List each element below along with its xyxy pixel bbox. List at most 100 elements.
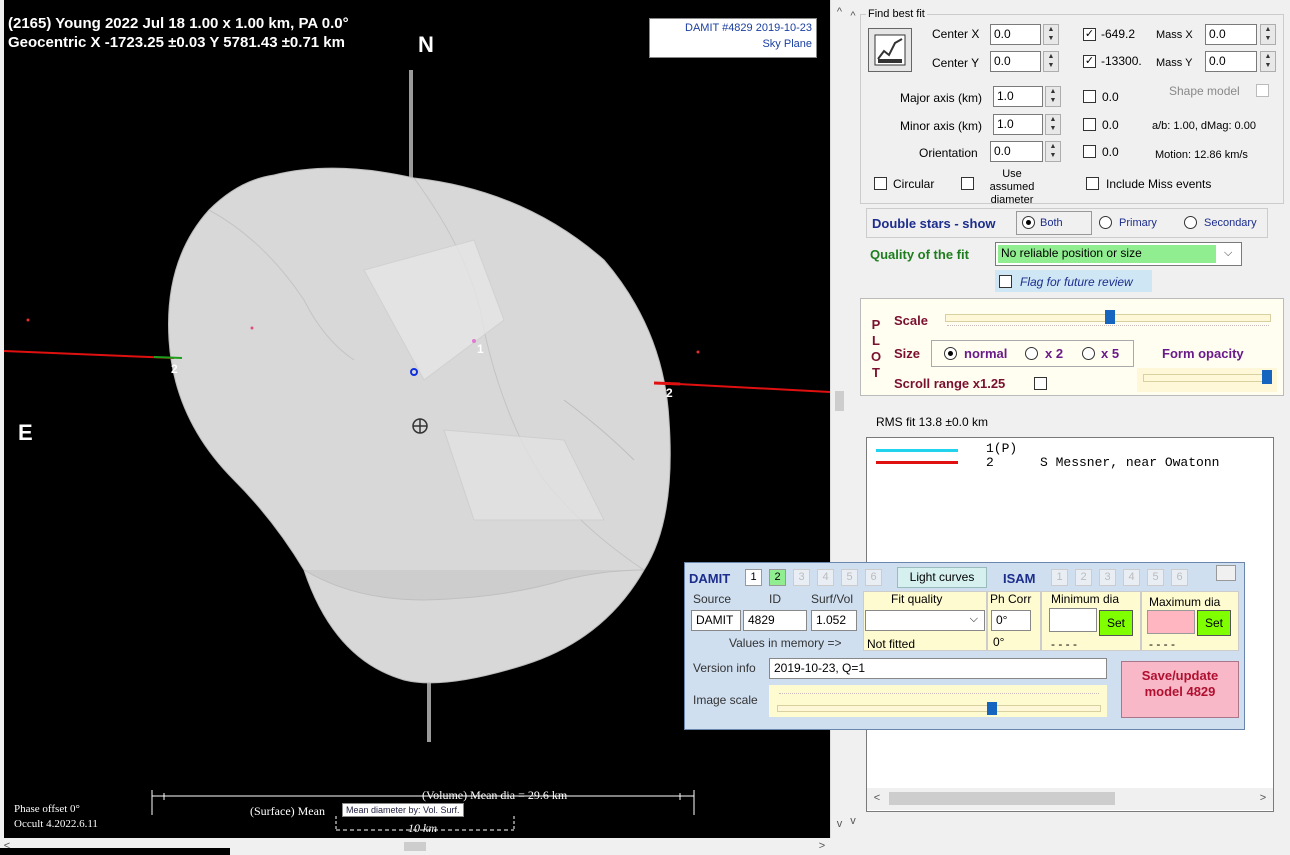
minor-axis-spinner[interactable]: ▲ ▼ [1045,114,1061,135]
surf-vol-field[interactable]: 1.052 [811,610,857,631]
image-scale-slider-track[interactable] [777,705,1101,712]
damit-tab-1[interactable]: 1 [745,569,762,586]
occult-version: Occult 4.2022.6.11 [14,818,98,830]
chord-2-observer[interactable]: S Messner, near Owatonn [1040,455,1219,470]
major-axis-spinner[interactable]: ▲ ▼ [1045,86,1061,107]
damit-panel: DAMIT 1 2 3 4 5 6 Light curves ISAM 1 2 … [684,562,1245,730]
isam-tab-2[interactable]: 2 [1075,569,1092,586]
double-stars-both-radio[interactable] [1022,216,1035,229]
isam-tab-5[interactable]: 5 [1147,569,1164,586]
orientation-spinner[interactable]: ▲ ▼ [1045,141,1061,162]
mass-x-spinner[interactable]: ▲ ▼ [1260,24,1276,45]
mass-x-input[interactable]: 0.0 [1205,24,1257,45]
min-dia-header: Minimum dia [1051,592,1120,606]
isam-tab-6[interactable]: 6 [1171,569,1188,586]
center-x-input[interactable]: 0.0 [990,24,1041,45]
scroll-range-checkbox[interactable] [1034,377,1047,390]
list-scroll-left-icon[interactable]: < [871,792,883,804]
max-dia-set-button[interactable]: Set [1197,610,1231,636]
damit-tab-6[interactable]: 6 [865,569,882,586]
chord-label-1: 1 [477,342,484,356]
isam-tab-3[interactable]: 3 [1099,569,1116,586]
min-dia-field[interactable] [1049,608,1097,632]
chord-2-number[interactable]: 2 [986,455,994,470]
event-title: (2165) Young 2022 Jul 18 1.00 x 1.00 km,… [8,15,349,32]
minor-axis-input[interactable]: 1.0 [993,114,1043,135]
size-x2-label: x 2 [1045,346,1064,361]
max-dia-field[interactable] [1147,610,1195,634]
north-label: N [418,32,434,57]
size-x2-radio[interactable] [1025,347,1038,360]
form-opacity-label: Form opacity [1162,346,1244,361]
include-miss-checkbox[interactable] [1086,177,1099,190]
damit-tab-3[interactable]: 3 [793,569,810,586]
version-info-field[interactable]: 2019-10-23, Q=1 [769,658,1107,679]
list-hscroll-thumb[interactable] [889,792,1115,805]
mass-y-spinner[interactable]: ▲ ▼ [1260,51,1276,72]
center-y-spinner[interactable]: ▲ ▼ [1043,51,1059,72]
source-field[interactable]: DAMIT [691,610,741,631]
scroll-up-arrow-icon[interactable]: ^ [831,6,848,18]
min-dia-set-button[interactable]: Set [1099,610,1133,636]
scroll-left-arrow-icon[interactable]: < [0,840,14,852]
use-assumed-diameter-checkbox[interactable] [961,177,974,190]
mean-diameter-selector[interactable]: Mean diameter by: Vol. Surf. [342,803,464,817]
center-x-spinner[interactable]: ▲ ▼ [1043,24,1059,45]
panel-scroll-down-icon[interactable]: v [847,815,859,827]
damit-model-id: DAMIT #4829 2019-10-23 [685,22,812,34]
quality-dropdown[interactable]: No reliable position or size ⌵ [995,242,1242,266]
center-x-checkbox[interactable]: ✓ [1083,28,1096,41]
major-axis-label: Major axis (km) [900,91,983,105]
list-scroll-right-icon[interactable]: > [1257,792,1269,804]
orientation-checkbox[interactable] [1083,145,1096,158]
find-best-fit-button[interactable] [868,28,912,72]
damit-tab-2[interactable]: 2 [769,569,786,586]
use-assumed-diameter-label: Use assumed diameter [989,168,1035,206]
mass-y-input[interactable]: 0.0 [1205,51,1257,72]
chord-color-2 [876,461,958,464]
shape-model-checkbox[interactable] [1256,84,1269,97]
save-update-model-button[interactable]: Save/update model 4829 [1121,661,1239,718]
double-stars-secondary-radio[interactable] [1184,216,1197,229]
damit-close-button[interactable] [1216,565,1236,581]
image-scale-label: Image scale [693,693,758,707]
light-curves-button[interactable]: Light curves [897,567,987,588]
major-axis-checkbox[interactable] [1083,90,1096,103]
fit-quality-memory: Not fitted [867,637,916,651]
center-y-input[interactable]: 0.0 [990,51,1041,72]
ph-corr-field[interactable]: 0° [991,610,1031,631]
orientation-input[interactable]: 0.0 [990,141,1043,162]
image-scale-slider-thumb[interactable] [987,702,997,715]
scroll-thumb[interactable] [835,391,844,411]
minor-axis-checkbox[interactable] [1083,118,1096,131]
scale-slider-thumb[interactable] [1105,310,1115,324]
shape-model-label: Shape model [1169,84,1240,98]
size-x5-radio[interactable] [1082,347,1095,360]
isam-tab-1[interactable]: 1 [1051,569,1068,586]
center-y-checkbox[interactable]: ✓ [1083,55,1096,68]
damit-tab-4[interactable]: 4 [817,569,834,586]
chord-1-number[interactable]: 1(P) [986,441,1017,456]
double-stars-primary-radio[interactable] [1099,216,1112,229]
damit-tab-5[interactable]: 5 [841,569,858,586]
ph-corr-memory: 0° [993,635,1005,649]
circular-checkbox[interactable] [874,177,887,190]
scroll-right-arrow-icon[interactable]: > [815,840,829,852]
center-x-value: -649.2 [1101,27,1136,41]
chord-color-1 [876,449,958,452]
flag-review-checkbox[interactable] [999,275,1012,288]
scroll-down-arrow-icon[interactable]: v [831,818,848,830]
major-axis-input[interactable]: 1.0 [993,86,1043,107]
fit-quality-dropdown[interactable]: ⌵ [865,610,985,631]
plot-horizontal-scrollbar[interactable]: < > [0,838,847,855]
panel-scroll-up-icon[interactable]: ^ [847,10,859,22]
chord-list-hscrollbar[interactable]: < > [867,788,1273,810]
center-x-label: Center X [932,27,980,41]
form-opacity-slider-thumb[interactable] [1262,370,1272,384]
hscroll-thumb[interactable] [404,842,426,851]
isam-tab-4[interactable]: 4 [1123,569,1140,586]
form-opacity-slider-track[interactable] [1143,374,1271,382]
id-field[interactable]: 4829 [743,610,807,631]
id-header: ID [769,592,781,606]
size-normal-radio[interactable] [944,347,957,360]
